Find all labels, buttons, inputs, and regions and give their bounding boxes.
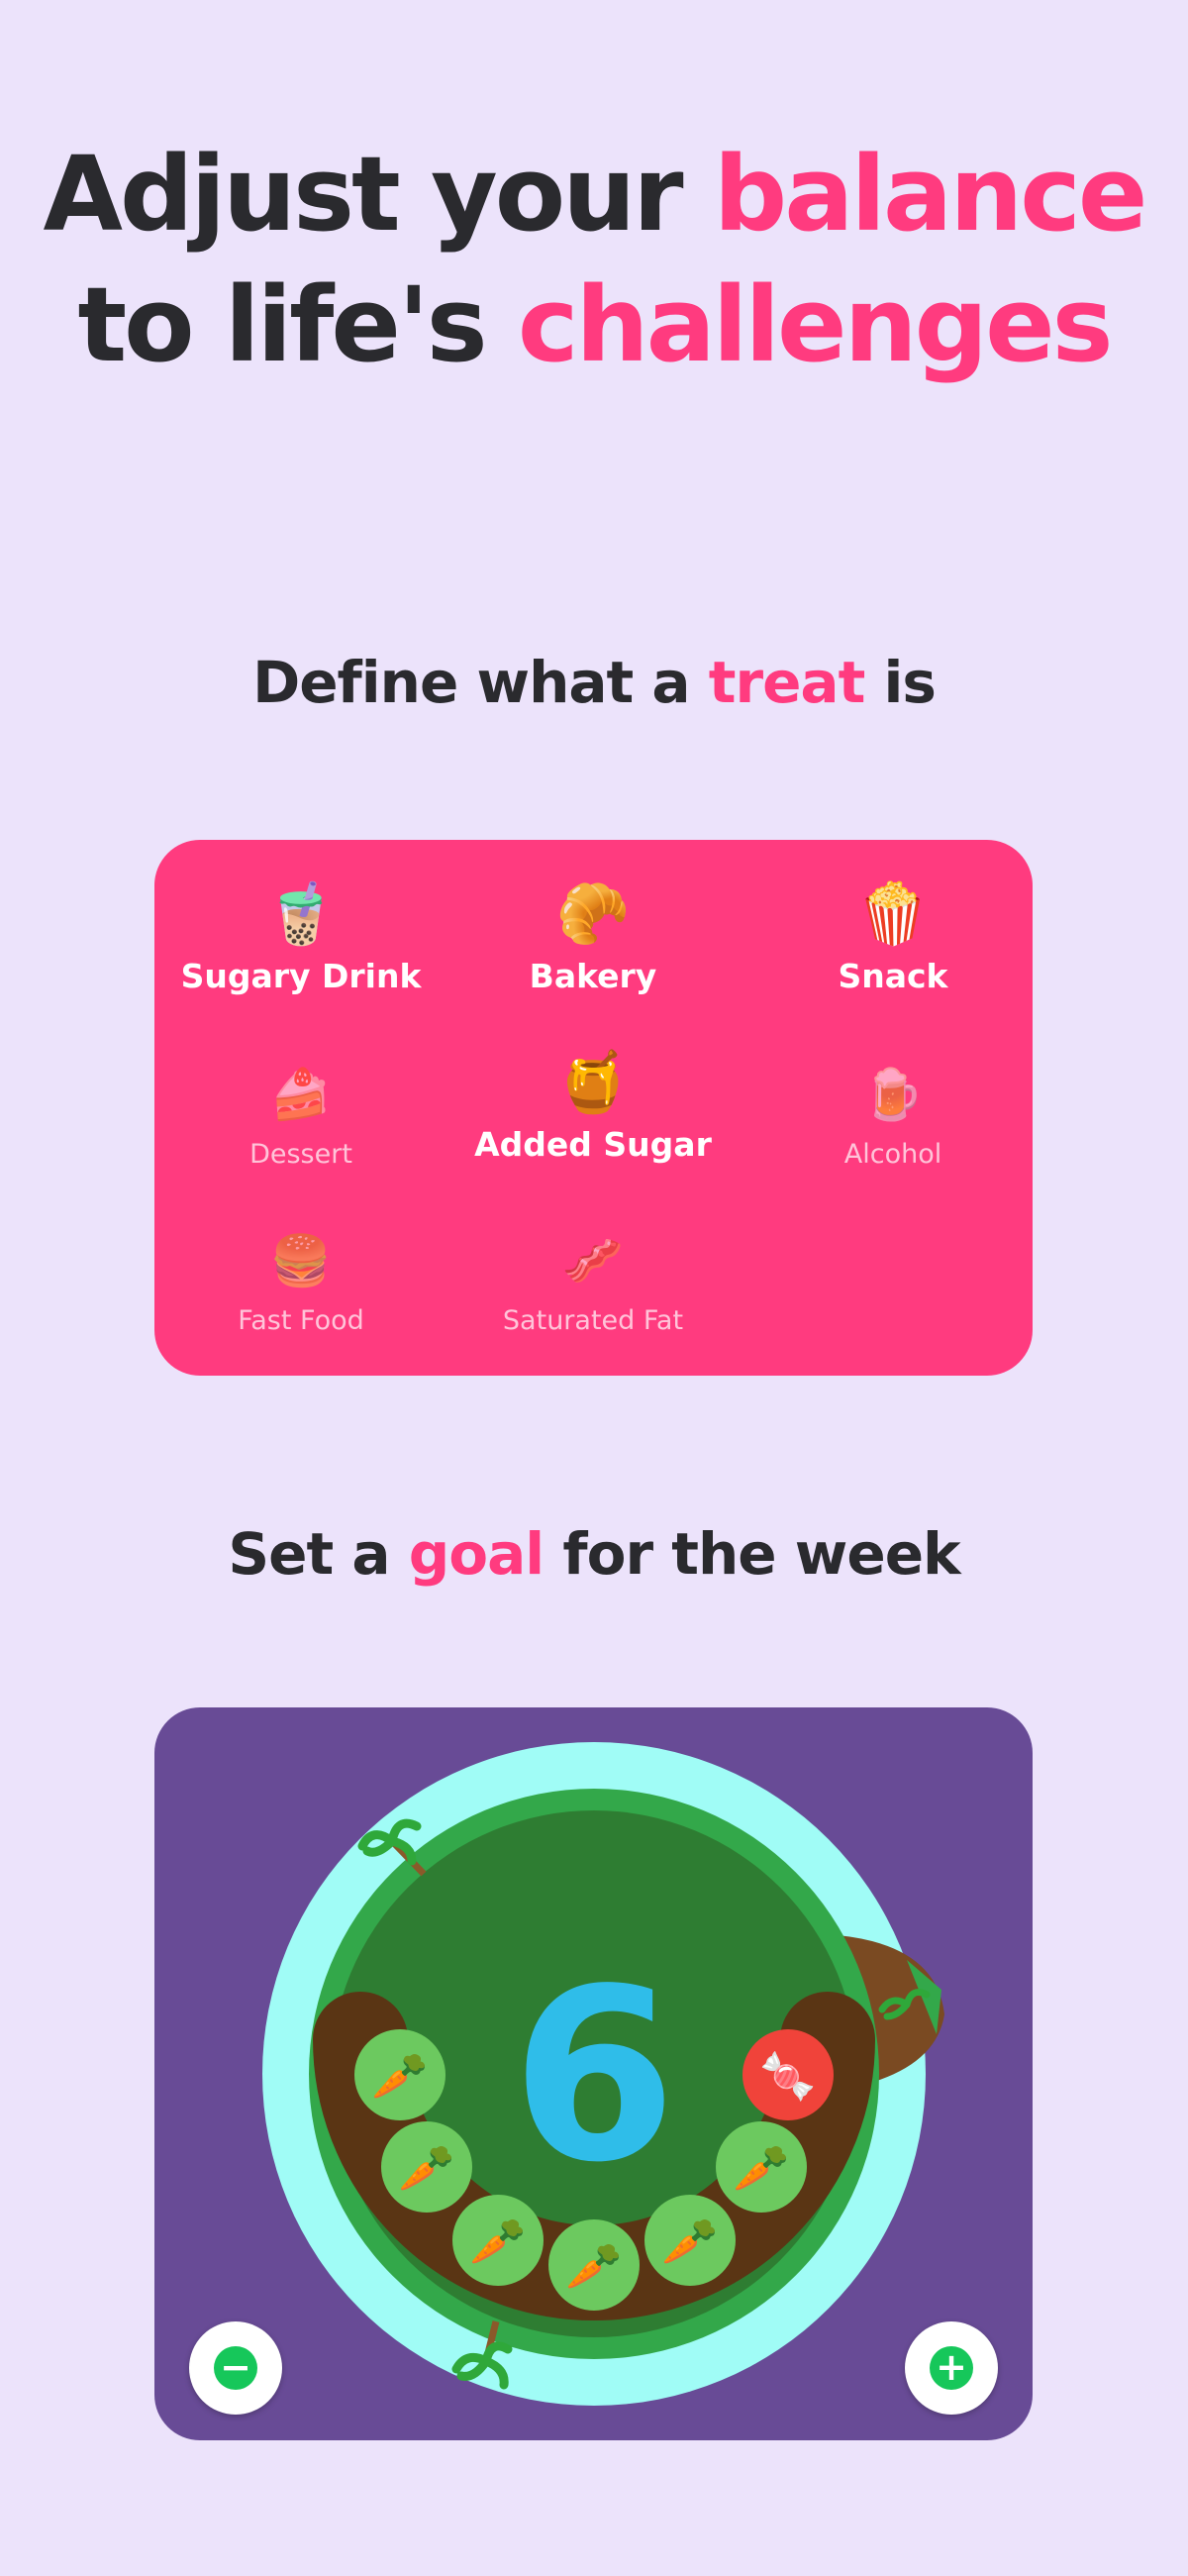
goal-slot: 🥕 xyxy=(354,2029,446,2120)
treat-option-saturated-fat[interactable]: 🥓 Saturated Fat xyxy=(445,1226,742,1336)
minus-icon: − xyxy=(214,2346,257,2390)
croissant-icon: 🥐 xyxy=(555,879,631,949)
goal-slot: 🥕 xyxy=(548,2219,640,2311)
treat-option-fast-food[interactable]: 🍔 Fast Food xyxy=(152,1226,449,1336)
headline-highlight-challenges: challenges xyxy=(517,264,1114,385)
beer-mug-icon: 🍺 xyxy=(861,1066,925,1123)
goal-slot: 🥕 xyxy=(644,2195,736,2286)
treat-option-bakery[interactable]: 🥐 Bakery xyxy=(445,879,742,995)
honey-pot-icon: 🍯 xyxy=(555,1048,631,1117)
svg-text:🥕: 🥕 xyxy=(469,2215,526,2268)
increase-goal-button[interactable]: + xyxy=(905,2321,998,2415)
headline-line1: Adjust your balance xyxy=(43,134,1148,255)
svg-text:🥕: 🥕 xyxy=(733,2141,789,2195)
bubble-tea-icon: 🧋 xyxy=(263,879,339,949)
svg-text:🥕: 🥕 xyxy=(371,2049,428,2103)
goal-slot: 🥕 xyxy=(716,2121,807,2213)
treat-slot: 🍬 xyxy=(742,2029,834,2120)
headline-highlight-balance: balance xyxy=(713,134,1148,255)
treat-option-sugary-drink[interactable]: 🧋 Sugary Drink xyxy=(152,879,449,995)
popcorn-icon: 🍿 xyxy=(855,879,931,949)
weekly-goal-card: 6 🥕 🥕 🥕 🥕 🥕 🥕 🍬 − + xyxy=(154,1707,1033,2440)
svg-text:🍬: 🍬 xyxy=(759,2049,816,2103)
headline-line2: to life's challenges xyxy=(77,264,1114,385)
svg-text:🥕: 🥕 xyxy=(565,2239,622,2293)
treat-option-dessert[interactable]: 🍰 Dessert xyxy=(152,1060,449,1170)
goal-slot: 🥕 xyxy=(452,2195,544,2286)
goal-number: 6 xyxy=(512,1937,677,2215)
burger-icon: 🍔 xyxy=(269,1232,333,1289)
plus-icon: + xyxy=(930,2346,973,2390)
treat-section-title: Define what a treat is xyxy=(252,649,937,716)
treat-option-alcohol[interactable]: 🍺 Alcohol xyxy=(744,1060,1041,1170)
headline: Adjust your balance to life's challenges xyxy=(0,129,1188,390)
decrease-goal-button[interactable]: − xyxy=(189,2321,282,2415)
goal-slot: 🥕 xyxy=(381,2121,472,2213)
treat-option-added-sugar[interactable]: 🍯 Added Sugar xyxy=(445,1048,742,1164)
bacon-icon: 🥓 xyxy=(561,1232,625,1289)
treat-category-card: 🧋 Sugary Drink 🥐 Bakery 🍿 Snack 🍰 Desser… xyxy=(154,840,1033,1376)
cake-icon: 🍰 xyxy=(269,1066,333,1123)
treat-option-snack[interactable]: 🍿 Snack xyxy=(744,879,1041,995)
svg-text:🥕: 🥕 xyxy=(398,2141,454,2195)
island-illustration: 6 🥕 🥕 🥕 🥕 🥕 🥕 🍬 xyxy=(262,1742,944,2406)
goal-section-title: Set a goal for the week xyxy=(228,1520,960,1588)
svg-text:🥕: 🥕 xyxy=(661,2215,718,2268)
